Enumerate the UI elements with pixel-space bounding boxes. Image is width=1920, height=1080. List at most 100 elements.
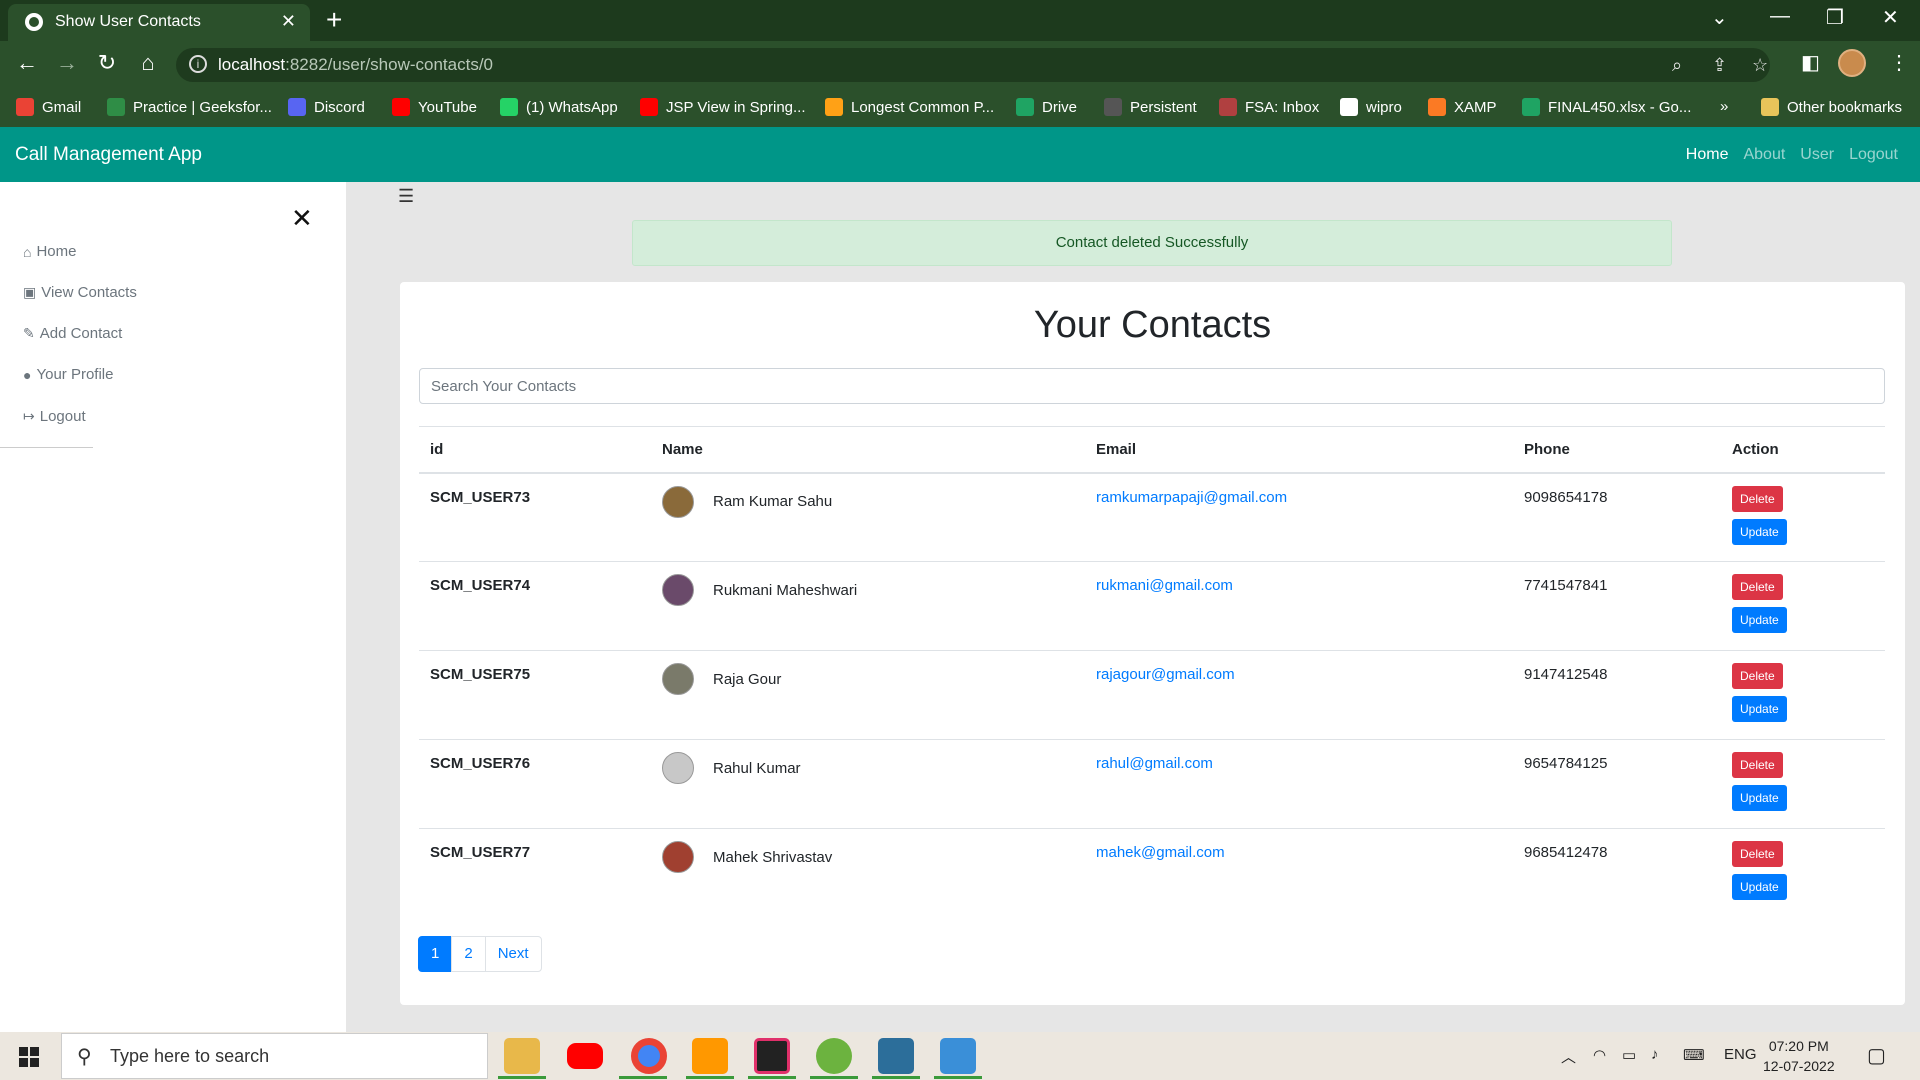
mysql-workbench-icon[interactable] [878, 1038, 914, 1074]
menu-dots-icon[interactable]: ⋮ [1889, 50, 1909, 75]
delete-button[interactable]: Delete [1732, 574, 1783, 600]
keyboard-icon[interactable]: ⌨ [1683, 1046, 1705, 1064]
delete-button[interactable]: Delete [1732, 663, 1783, 689]
site-info-icon[interactable]: i [189, 55, 207, 73]
sublime-text-icon[interactable] [692, 1038, 728, 1074]
hamburger-menu-icon[interactable]: ☰ [398, 186, 414, 207]
page-1-button[interactable]: 1 [418, 936, 453, 972]
window-close-icon[interactable]: ✕ [1882, 5, 1899, 30]
windows-start-icon[interactable] [19, 1047, 39, 1067]
bookmark-item[interactable]: Longest Common P... [825, 98, 994, 116]
clock[interactable]: 07:20 PM 12-07-2022 [1763, 1036, 1835, 1076]
next-page-button[interactable]: Next [484, 936, 542, 972]
sidebar-item-logout[interactable]: ↦ Logout [23, 408, 86, 425]
show-hidden-icons-icon[interactable]: ︿ [1561, 1046, 1576, 1067]
bookmark-item[interactable]: XAMP [1428, 98, 1497, 116]
spring-tool-suite-icon[interactable] [816, 1038, 852, 1074]
address-bar-row: ← → ↻ ⌂ i localhost:8282/user/show-conta… [0, 41, 1920, 89]
contact-email-link[interactable]: ramkumarpapaji@gmail.com [1096, 489, 1287, 506]
bookmark-favicon-icon [288, 98, 306, 116]
zoom-icon[interactable]: ⌕ [1672, 55, 1682, 76]
bookmark-label: Persistent [1130, 98, 1197, 116]
update-button[interactable]: Update [1732, 518, 1787, 545]
notifications-icon[interactable]: ▢ [1867, 1043, 1886, 1068]
delete-button[interactable]: Delete [1732, 485, 1783, 512]
bookmark-label: Drive [1042, 98, 1078, 116]
contact-email-link[interactable]: rajagour@gmail.com [1096, 666, 1235, 683]
sign-out-icon: ↦ [23, 408, 35, 424]
other-bookmarks[interactable]: Other bookmarks [1761, 98, 1902, 116]
nav-home[interactable]: Home [1686, 146, 1729, 164]
delete-button[interactable]: Delete [1732, 752, 1783, 778]
app-brand[interactable]: Call Management App [15, 144, 202, 166]
restore-icon[interactable]: ❐ [1826, 5, 1844, 30]
close-tab-icon[interactable]: ✕ [281, 11, 296, 32]
bookmark-item[interactable]: Discord [288, 98, 365, 116]
contacts-table: id Name Email Phone Action SCM_USER73 Ram… [419, 426, 1885, 918]
sidebar-item-home[interactable]: ⌂ Home [23, 243, 76, 260]
intellij-icon[interactable] [754, 1038, 790, 1074]
sidebar-item-view-contacts[interactable]: ▣ View Contacts [23, 284, 137, 301]
photos-app-icon[interactable] [940, 1038, 976, 1074]
side-panel-icon[interactable]: ◧ [1801, 50, 1820, 75]
battery-icon[interactable]: ▭ [1622, 1046, 1636, 1064]
bookmark-item[interactable]: FSA: Inbox [1219, 98, 1319, 116]
file-explorer-icon[interactable] [504, 1038, 540, 1074]
bookmark-item[interactable]: YouTube [392, 98, 477, 116]
reload-icon[interactable]: ↻ [92, 50, 122, 76]
contact-email-link[interactable]: rahul@gmail.com [1096, 755, 1213, 772]
bookmark-item[interactable]: JSP View in Spring... [640, 98, 806, 116]
contact-name: Ram Kumar Sahu [713, 493, 833, 510]
new-tab-icon[interactable]: + [326, 5, 342, 35]
nav-logout[interactable]: Logout [1849, 146, 1898, 164]
table-row: SCM_USER75 Raja Gour rajagour@gmail.com 914… [419, 650, 1885, 740]
chrome-icon[interactable] [631, 1038, 667, 1074]
contact-email-link[interactable]: rukmani@gmail.com [1096, 577, 1233, 594]
sidebar-item-your-profile[interactable]: ● Your Profile [23, 366, 113, 383]
share-icon[interactable]: ⇪ [1712, 55, 1727, 76]
youtube-app-icon[interactable] [567, 1043, 603, 1069]
id-card-icon: ▣ [23, 284, 37, 300]
profile-avatar[interactable] [1838, 49, 1866, 77]
update-button[interactable]: Update [1732, 874, 1787, 900]
update-button[interactable]: Update [1732, 607, 1787, 633]
back-icon[interactable]: ← [12, 50, 42, 76]
other-bookmarks-label: Other bookmarks [1787, 98, 1903, 116]
user-circle-icon: ● [23, 366, 32, 383]
taskbar-search-placeholder: Type here to search [110, 1046, 270, 1066]
volume-icon[interactable]: ♪ [1651, 1046, 1659, 1063]
sidebar-item-add-contact[interactable]: ✎ Add Contact [23, 325, 122, 342]
url-input[interactable]: i localhost:8282/user/show-contacts/0 ⌕ … [176, 48, 1770, 82]
language-indicator[interactable]: ENG [1724, 1046, 1757, 1063]
contact-email-link[interactable]: mahek@gmail.com [1096, 844, 1225, 861]
nav-about[interactable]: About [1743, 146, 1785, 164]
bookmarks-overflow-icon[interactable]: » [1720, 98, 1728, 115]
bookmark-item[interactable]: Persistent [1104, 98, 1197, 116]
update-button[interactable]: Update [1732, 696, 1787, 722]
browser-tab[interactable]: Show User Contacts ✕ [8, 4, 310, 41]
update-button[interactable]: Update [1732, 785, 1787, 811]
bookmark-favicon-icon [640, 98, 658, 116]
pagination: 1 2 Next [418, 936, 542, 972]
header-action: Action [1721, 426, 1885, 474]
taskbar-search[interactable]: ⚲ Type here to search [61, 1033, 488, 1079]
home-icon[interactable]: ⌂ [133, 50, 163, 76]
close-sidebar-icon[interactable]: ✕ [291, 203, 313, 234]
wifi-icon[interactable]: ◠ [1593, 1046, 1606, 1064]
bookmark-item[interactable]: FINAL450.xlsx - Go... [1522, 98, 1691, 116]
bookmark-item[interactable]: Practice | Geeksfor... [107, 98, 272, 116]
bookmark-item[interactable]: wipro [1340, 98, 1402, 116]
nav-user[interactable]: User [1800, 146, 1834, 164]
minimize-icon[interactable]: — [1770, 5, 1790, 28]
page-2-button[interactable]: 2 [451, 936, 486, 972]
search-input[interactable] [419, 368, 1885, 404]
forward-icon[interactable]: → [52, 50, 82, 76]
bookmark-item[interactable]: Gmail [16, 98, 81, 116]
tab-search-icon[interactable]: ⌄ [1711, 5, 1728, 30]
delete-button[interactable]: Delete [1732, 841, 1783, 867]
bookmark-item[interactable]: Drive [1016, 98, 1077, 116]
search-icon: ⚲ [77, 1046, 92, 1068]
globe-icon [25, 13, 43, 31]
bookmark-star-icon[interactable]: ☆ [1752, 55, 1768, 76]
bookmark-item[interactable]: (1) WhatsApp [500, 98, 618, 116]
